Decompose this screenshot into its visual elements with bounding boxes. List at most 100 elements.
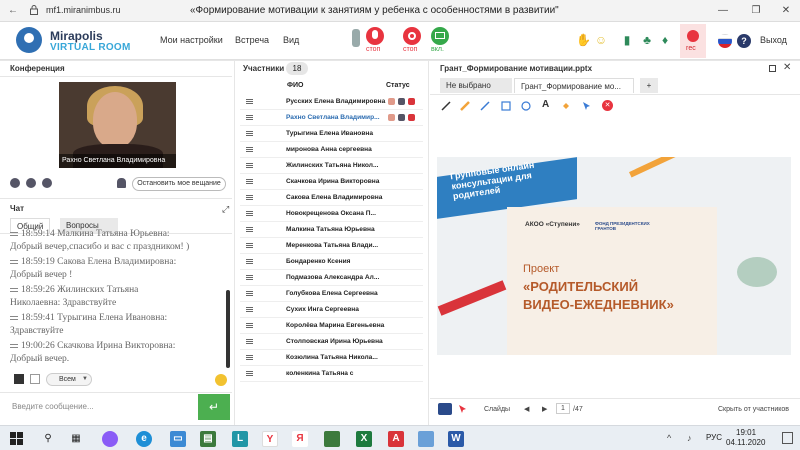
menu-view[interactable]: Вид xyxy=(283,35,299,45)
stop-broadcast-button[interactable]: Остановить мое вещание xyxy=(132,177,226,191)
participant-row[interactable]: Жилинских Татьяна Никол... xyxy=(240,158,423,174)
volume-icon[interactable]: ♪ xyxy=(687,433,692,443)
close-window-button[interactable]: ✕ xyxy=(778,3,794,19)
camera-toggle-button[interactable] xyxy=(403,27,421,45)
yandex-browser-icon[interactable]: Y xyxy=(262,431,278,447)
network-icon[interactable]: ♣ xyxy=(640,33,654,47)
store-icon[interactable]: ▤ xyxy=(200,431,216,447)
menu-meeting[interactable]: Встреча xyxy=(235,35,269,45)
chat-scrollbar[interactable] xyxy=(226,290,230,368)
stats-icon[interactable]: ▮ xyxy=(620,33,634,47)
drag-handle-icon[interactable] xyxy=(246,131,253,136)
tab-not-selected[interactable]: Не выбрано xyxy=(440,78,512,93)
keyboard-language[interactable]: РУС xyxy=(706,433,722,442)
participant-row[interactable]: Подмазова Александра Ал... xyxy=(240,270,423,286)
drag-handle-icon[interactable] xyxy=(246,307,253,312)
page-input[interactable]: 1 xyxy=(556,403,570,414)
next-slide-icon[interactable]: ▶ xyxy=(542,405,547,413)
raise-hand-icon[interactable]: ✋ xyxy=(576,33,591,47)
mic-settings-icon[interactable] xyxy=(26,178,36,188)
speaker-video[interactable]: Рахно Светлана Владимировна xyxy=(59,82,176,168)
participant-row[interactable]: Сакова Елена Владимировна xyxy=(240,190,423,206)
maximize-panel-icon[interactable] xyxy=(769,65,776,72)
drag-handle-icon[interactable] xyxy=(246,195,253,200)
address-bar[interactable]: mf1.miranimbus.ru xyxy=(46,5,121,15)
participant-row[interactable]: Королёва Марина Евгеньевна xyxy=(240,318,423,334)
pointer-mode-icon[interactable] xyxy=(458,404,468,414)
bg-color-icon[interactable] xyxy=(30,374,40,384)
drag-handle-icon[interactable] xyxy=(246,371,253,376)
alice-icon[interactable] xyxy=(102,431,118,447)
marker-tool-icon[interactable] xyxy=(460,101,470,111)
prev-slide-icon[interactable]: ◀ xyxy=(524,405,529,413)
send-button[interactable]: ↵ xyxy=(198,394,230,420)
clear-icon[interactable]: ✕ xyxy=(602,100,613,111)
emoji-icon[interactable]: ☺ xyxy=(594,33,608,47)
presentation-slide[interactable]: Групповые онлайн консультации для родите… xyxy=(437,157,791,355)
emoji-picker-icon[interactable] xyxy=(215,374,227,386)
rectangle-tool-icon[interactable] xyxy=(501,101,511,111)
drag-handle-icon[interactable] xyxy=(246,227,253,232)
excel-icon[interactable]: X xyxy=(356,431,372,447)
cam-settings-icon[interactable] xyxy=(10,178,20,188)
drag-handle-icon[interactable] xyxy=(246,179,253,184)
record-button[interactable]: rec xyxy=(680,24,706,58)
task-view-icon[interactable]: ▦ xyxy=(68,431,84,447)
participant-row[interactable]: Малкина Татьяна Юрьевна xyxy=(240,222,423,238)
tray-chevron-icon[interactable]: ^ xyxy=(667,433,671,443)
user-settings-icon[interactable] xyxy=(42,178,52,188)
hide-from-participants-button[interactable]: Скрыть от участников xyxy=(718,406,789,413)
drag-handle-icon[interactable] xyxy=(246,291,253,296)
participant-row[interactable]: Скачкова Ирина Викторовна xyxy=(240,174,423,190)
language-flag-icon[interactable] xyxy=(718,34,732,48)
col-header-status[interactable]: Статус xyxy=(386,82,410,89)
broadcast-icon[interactable]: ♦ xyxy=(658,33,672,47)
participant-row[interactable]: Рахно Светлана Владимир... xyxy=(240,110,423,126)
drag-handle-icon[interactable] xyxy=(246,355,253,360)
edge-icon[interactable]: e xyxy=(136,431,152,447)
slides-label[interactable]: Слайды xyxy=(484,406,510,413)
participant-row[interactable]: Голубкова Елена Сергеевна xyxy=(240,286,423,302)
chat-expand-icon[interactable]: ⤢ xyxy=(222,204,229,215)
recipient-select[interactable]: Всем ▼ xyxy=(46,373,92,386)
draw-mode-icon[interactable] xyxy=(438,403,452,415)
participant-row[interactable]: Козюлина Татьяна Никола... xyxy=(240,350,423,366)
pen-tool-icon[interactable] xyxy=(480,101,490,111)
yandex-icon[interactable]: Я xyxy=(292,431,308,447)
clock-date[interactable]: 04.11.2020 xyxy=(726,438,765,447)
col-header-name[interactable]: ФИО xyxy=(287,82,303,89)
drag-handle-icon[interactable] xyxy=(246,259,253,264)
pdf-icon[interactable]: A xyxy=(388,431,404,447)
ellipse-tool-icon[interactable] xyxy=(521,101,531,111)
microphone-toggle-button[interactable] xyxy=(366,27,384,45)
drag-handle-icon[interactable] xyxy=(246,323,253,328)
participant-row[interactable]: миронова Анна сергеевна xyxy=(240,142,423,158)
explorer-icon[interactable]: ▭ xyxy=(170,431,186,447)
participant-row[interactable]: Новокрещенова Оксана П... xyxy=(240,206,423,222)
text-tool-icon[interactable]: A xyxy=(542,99,549,110)
drag-handle-icon[interactable] xyxy=(246,163,253,168)
line-tool-icon[interactable] xyxy=(441,101,451,111)
pointer-tool-icon[interactable] xyxy=(582,101,592,111)
close-panel-icon[interactable]: ✕ xyxy=(783,62,791,73)
drag-handle-icon[interactable] xyxy=(246,115,253,120)
menu-my-settings[interactable]: Мои настройки xyxy=(160,35,223,45)
exit-button[interactable]: Выход xyxy=(760,35,787,45)
drag-handle-icon[interactable] xyxy=(246,339,253,344)
drag-handle-icon[interactable] xyxy=(246,243,253,248)
photos-icon[interactable] xyxy=(418,431,434,447)
participant-row[interactable]: Бондаренко Ксения xyxy=(240,254,423,270)
participant-row[interactable]: Меренкова Татьяна Влади... xyxy=(240,238,423,254)
drag-handle-icon[interactable] xyxy=(246,147,253,152)
clock-time[interactable]: 19:01 xyxy=(736,428,756,437)
drag-handle-icon[interactable] xyxy=(246,275,253,280)
participant-row[interactable]: Столповская Ирина Юрьевна xyxy=(240,334,423,350)
maximize-button[interactable]: ❐ xyxy=(748,3,764,19)
participant-row[interactable]: Русских Елена Владимировна xyxy=(240,94,423,110)
notifications-icon[interactable] xyxy=(782,432,793,444)
participant-row[interactable]: Сухих Инга Сергеевна xyxy=(240,302,423,318)
message-input[interactable]: Введите сообщение... xyxy=(12,402,94,411)
app-icon[interactable] xyxy=(324,431,340,447)
volume-slider[interactable] xyxy=(352,29,360,47)
participant-row[interactable]: коленкина Татьяна с xyxy=(240,366,423,382)
